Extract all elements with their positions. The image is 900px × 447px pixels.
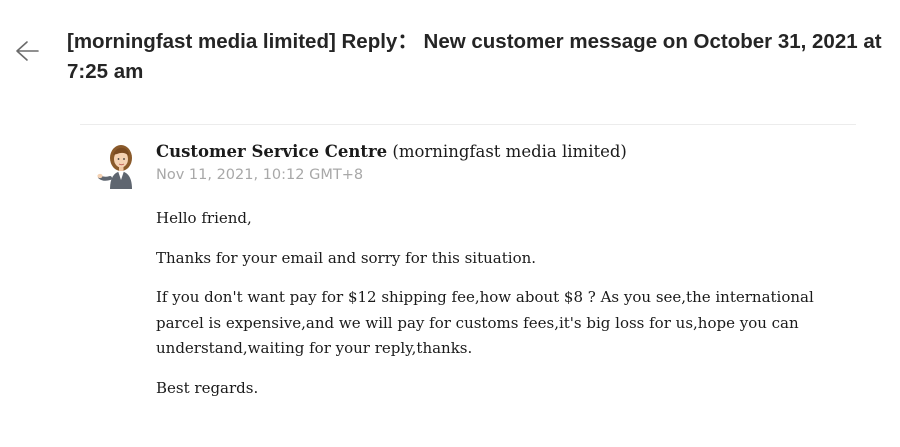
woman-avatar-icon: [96, 142, 140, 190]
message-body: Hello friend, Thanks for your email and …: [156, 206, 836, 415]
body-paragraph: Thanks for your email and sorry for this…: [156, 248, 537, 267]
divider: [80, 124, 856, 125]
back-button[interactable]: [10, 36, 44, 70]
message-date: Nov 11, 2021, 10:12 GMT+8: [156, 167, 364, 183]
arrow-left-icon: [14, 40, 40, 67]
body-paragraph: Hello friend,: [156, 209, 252, 227]
body-paragraph: If you don't want pay for $12 shipping f…: [156, 288, 814, 357]
sender-line: Customer Service Centre (morningfast med…: [156, 142, 627, 162]
email-subject: [morningfast media limited] Reply： New c…: [67, 30, 882, 83]
sender-name: Customer Service Centre: [156, 142, 388, 161]
body-paragraph: Best regards.: [156, 378, 259, 397]
sender-organization: (morningfast media limited): [387, 142, 627, 161]
